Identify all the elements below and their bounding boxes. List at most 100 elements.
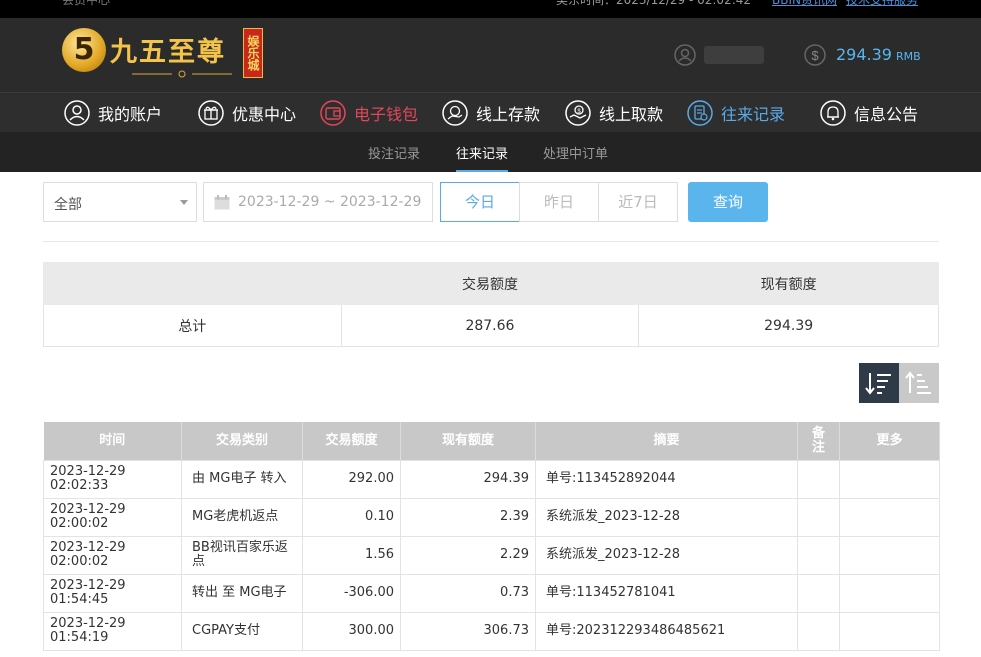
nav-label: 线上存款 — [476, 105, 541, 124]
summary-table: 交易额度 现有额度 总计 287.66 294.39 — [43, 262, 939, 347]
sort-descending-icon — [865, 373, 891, 395]
cell-summary: 系统派发_2023-12-28 — [535, 497, 798, 537]
sub-nav: 投注记录 往来记录 处理中订单 — [0, 132, 981, 172]
nav-promotions[interactable]: 优惠中心 — [198, 100, 296, 126]
table-row: 2023-12-29 02:00:02 MG老虎机返点 0.10 2.39 系统… — [43, 497, 940, 537]
records-table: 时间 交易类别 交易额度 现有额度 摘要 备注 更多 2023-12-29 02… — [43, 422, 940, 651]
quick-yesterday-button[interactable]: 昨日 — [519, 182, 599, 222]
nav-label: 我的账户 — [98, 105, 163, 124]
col-header-summary[interactable]: 摘要 — [535, 422, 798, 460]
cell-type: 由 MG电子 转入 — [181, 459, 303, 499]
cell-more[interactable] — [839, 611, 940, 651]
bbin-news-link[interactable]: BBIN资讯网 — [772, 0, 837, 8]
cell-amount: 300.00 — [302, 611, 401, 651]
nav-label: 优惠中心 — [232, 105, 297, 124]
brand-name: 九五至尊 — [110, 37, 226, 68]
col-header-more[interactable]: 更多 — [839, 422, 940, 460]
cell-more[interactable] — [839, 459, 940, 499]
cell-amount: 0.10 — [302, 497, 401, 537]
gift-icon — [198, 100, 224, 126]
quick-today-button[interactable]: 今日 — [440, 182, 520, 222]
type-select-value: 全部 — [54, 197, 82, 213]
cell-note — [797, 573, 840, 613]
cell-note — [797, 611, 840, 651]
cell-note — [797, 535, 840, 575]
cell-more[interactable] — [839, 497, 940, 537]
username-masked — [704, 46, 764, 64]
col-header-time[interactable]: 时间 — [43, 422, 182, 460]
bell-icon — [820, 100, 846, 126]
cell-time: 2023-12-29 02:00:02 — [43, 497, 182, 537]
col-header-balance[interactable]: 现有额度 — [400, 422, 536, 460]
table-row: 2023-12-29 01:54:45 转出 至 MG电子 -306.00 0.… — [43, 573, 940, 613]
quick-7days-button[interactable]: 近7日 — [598, 182, 678, 222]
nav-label: 电子钱包 — [354, 105, 419, 124]
logo-flourish — [132, 70, 232, 78]
table-row: 2023-12-29 01:54:19 CGPAY支付 300.00 306.7… — [43, 611, 940, 651]
server-time: 美东时间：2023/12/29 - 02:02:42 — [556, 0, 752, 7]
summary-total-label: 总计 — [43, 304, 342, 347]
cell-time: 2023-12-29 01:54:19 — [43, 611, 182, 651]
sort-desc-button[interactable] — [859, 363, 899, 403]
cell-summary: 单号:202312293486485621 — [535, 611, 798, 651]
cell-type: BB视讯百家乐返点 — [181, 535, 303, 575]
cell-time: 2023-12-29 01:54:45 — [43, 573, 182, 613]
nav-announcements[interactable]: 信息公告 — [820, 100, 918, 126]
col-header-type[interactable]: 交易类别 — [181, 422, 303, 460]
cell-amount: 292.00 — [302, 459, 401, 499]
type-select[interactable]: 全部 — [43, 182, 197, 222]
cell-balance: 2.29 — [400, 535, 536, 575]
user-icon — [64, 100, 90, 126]
cell-note — [797, 459, 840, 499]
cell-type: CGPAY支付 — [181, 611, 303, 651]
cell-more[interactable] — [839, 535, 940, 575]
member-center-label: 会员中心 — [62, 0, 111, 7]
logo-badge: 5 — [62, 28, 106, 72]
nav-withdraw[interactable]: $ 线上取款 — [565, 100, 663, 126]
divider — [43, 241, 939, 242]
cell-summary: 单号:113452781041 — [535, 573, 798, 613]
table-row: 2023-12-29 02:02:33 由 MG电子 转入 292.00 294… — [43, 459, 940, 499]
sort-ascending-icon — [905, 371, 931, 394]
header: 5 九五至尊 娱乐城 $ 294.39 RMB — [0, 18, 981, 92]
col-header-note[interactable]: 备注 — [797, 422, 840, 460]
table-row: 2023-12-29 02:00:02 BB视讯百家乐返点 1.56 2.29 … — [43, 535, 940, 575]
tab-bet-records[interactable]: 投注记录 — [368, 143, 420, 162]
cell-balance: 2.39 — [400, 497, 536, 537]
chevron-down-icon — [180, 200, 188, 205]
summary-transaction-total: 287.66 — [340, 304, 640, 347]
deposit-icon — [442, 100, 468, 126]
cell-type: MG老虎机返点 — [181, 497, 303, 537]
sort-asc-button[interactable] — [899, 363, 939, 403]
tech-support-link[interactable]: 技术支持服务 — [846, 0, 918, 8]
cell-balance: 306.73 — [400, 611, 536, 651]
nav-deposit[interactable]: 线上存款 — [442, 100, 540, 126]
user-circle-icon[interactable] — [674, 44, 696, 66]
nav-label: 往来记录 — [721, 105, 786, 124]
cell-type: 转出 至 MG电子 — [181, 573, 303, 613]
tab-pending-orders[interactable]: 处理中订单 — [543, 143, 608, 162]
nav-e-wallet[interactable]: 电子钱包 — [320, 100, 418, 126]
summary-header-transaction: 交易额度 — [340, 262, 640, 305]
brand-logo[interactable]: 5 九五至尊 娱乐城 — [62, 26, 263, 82]
col-header-amount[interactable]: 交易额度 — [302, 422, 401, 460]
cell-balance: 0.73 — [400, 573, 536, 613]
tab-transaction-records[interactable]: 往来记录 — [456, 143, 509, 172]
cell-time: 2023-12-29 02:00:02 — [43, 535, 182, 575]
cell-time: 2023-12-29 02:02:33 — [43, 459, 182, 499]
cell-more[interactable] — [839, 573, 940, 613]
brand-tag: 娱乐城 — [243, 28, 263, 78]
date-range-input[interactable]: 2023-12-29 ~ 2023-12-29 — [203, 182, 433, 222]
records-header-row: 时间 交易类别 交易额度 现有额度 摘要 备注 更多 — [43, 422, 940, 460]
nav-records[interactable]: 往来记录 — [687, 100, 785, 126]
balance-amount: 294.39 — [836, 45, 892, 64]
records-icon — [687, 100, 713, 126]
nav-my-account[interactable]: 我的账户 — [64, 100, 162, 126]
query-button[interactable]: 查询 — [688, 182, 768, 222]
wallet-icon — [320, 100, 346, 126]
main-nav: 我的账户 优惠中心 电子钱包 线上存款 $ 线上取款 往来记录 信息公告 — [0, 92, 981, 132]
balance-display: 294.39 RMB — [836, 45, 921, 64]
cell-balance: 294.39 — [400, 459, 536, 499]
summary-total-row: 总计 287.66 294.39 — [43, 304, 939, 347]
summary-header-row: 交易额度 现有额度 — [43, 262, 939, 305]
